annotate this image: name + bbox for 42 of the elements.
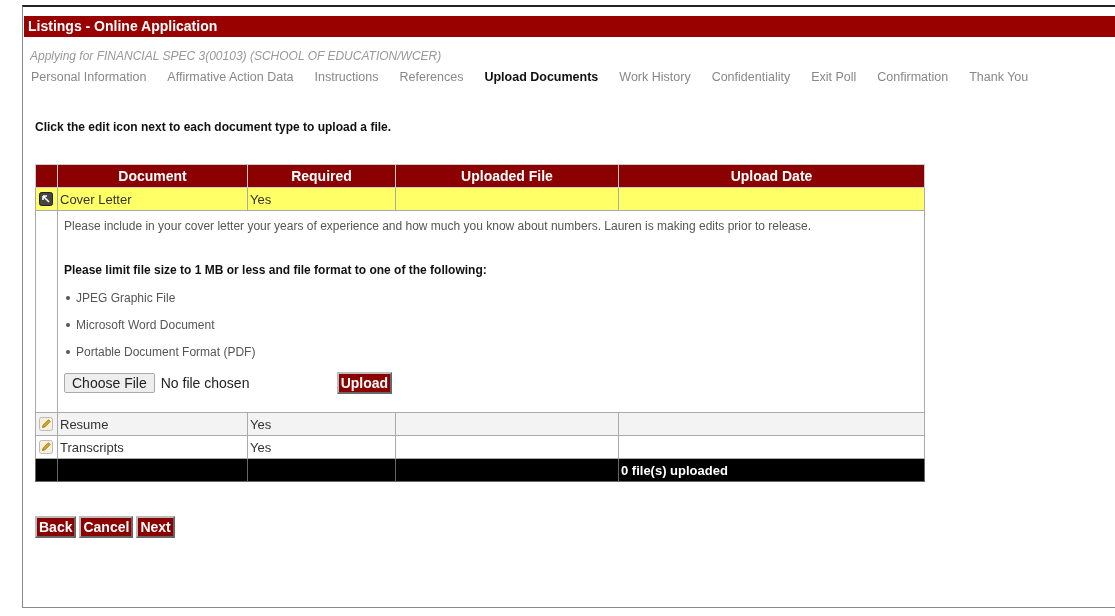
file-status: No file chosen xyxy=(160,375,251,391)
table-cell: Yes xyxy=(247,412,396,436)
step-tab[interactable]: Confirmation xyxy=(877,70,949,84)
format-item: Microsoft Word Document xyxy=(76,318,215,332)
column-header: Uploaded File xyxy=(395,164,619,188)
file-limit-note: Please limit file size to 1 MB or less and file format to one of the following: xyxy=(64,263,488,277)
subtitle: Applying for FINANCIAL SPEC 3(00103) (SCHOOL OF EDUCATION/WCER) xyxy=(30,49,443,63)
upload-count: 0 file(s) uploaded xyxy=(618,458,925,482)
bullet-icon xyxy=(66,350,70,354)
step-tab[interactable]: Confidentiality xyxy=(711,70,791,84)
nav-button[interactable]: Cancel xyxy=(79,516,134,538)
format-item: Portable Document Format (PDF) xyxy=(76,345,256,359)
pencil-edit-icon[interactable] xyxy=(39,417,53,431)
nav-button[interactable]: Next xyxy=(136,516,175,538)
choose-file-button[interactable]: Choose File xyxy=(64,373,155,393)
step-tab[interactable]: Exit Poll xyxy=(811,70,857,84)
collapse-arrow-icon[interactable] xyxy=(39,192,53,206)
step-tab[interactable]: Instructions xyxy=(314,70,379,84)
pencil-edit-icon[interactable] xyxy=(39,440,53,454)
window-title: Listings - Online Application xyxy=(24,16,1115,37)
table-cell: Yes xyxy=(247,187,396,211)
step-tab[interactable]: Work History xyxy=(619,70,691,84)
step-tab[interactable]: Personal Information xyxy=(31,70,147,84)
column-header: Required xyxy=(247,164,396,188)
upload-button[interactable]: Upload xyxy=(336,372,393,394)
table-cell: Resume xyxy=(57,412,248,436)
step-tab[interactable]: Upload Documents xyxy=(484,70,599,84)
column-header: Document xyxy=(57,164,248,188)
step-tab[interactable]: References xyxy=(399,70,464,84)
table-cell: Transcripts xyxy=(57,435,248,459)
bullet-icon xyxy=(66,296,70,300)
format-item: JPEG Graphic File xyxy=(76,291,176,305)
description-text: Please include in your cover letter your years of experience and how much you know about numbers. Lauren is making edits prior to release. xyxy=(64,219,813,233)
step-tab[interactable]: Affirmative Action Data xyxy=(167,70,294,84)
nav-button[interactable]: Back xyxy=(35,516,77,538)
table-cell: Yes xyxy=(247,435,396,459)
bullet-icon xyxy=(66,323,70,327)
table-cell: Cover Letter xyxy=(57,187,248,211)
step-tab[interactable]: Thank You xyxy=(969,70,1029,84)
header-cell xyxy=(35,164,58,188)
column-header: Upload Date xyxy=(618,164,925,188)
instruction-text: Click the edit icon next to each document type to upload a file. xyxy=(35,120,393,134)
